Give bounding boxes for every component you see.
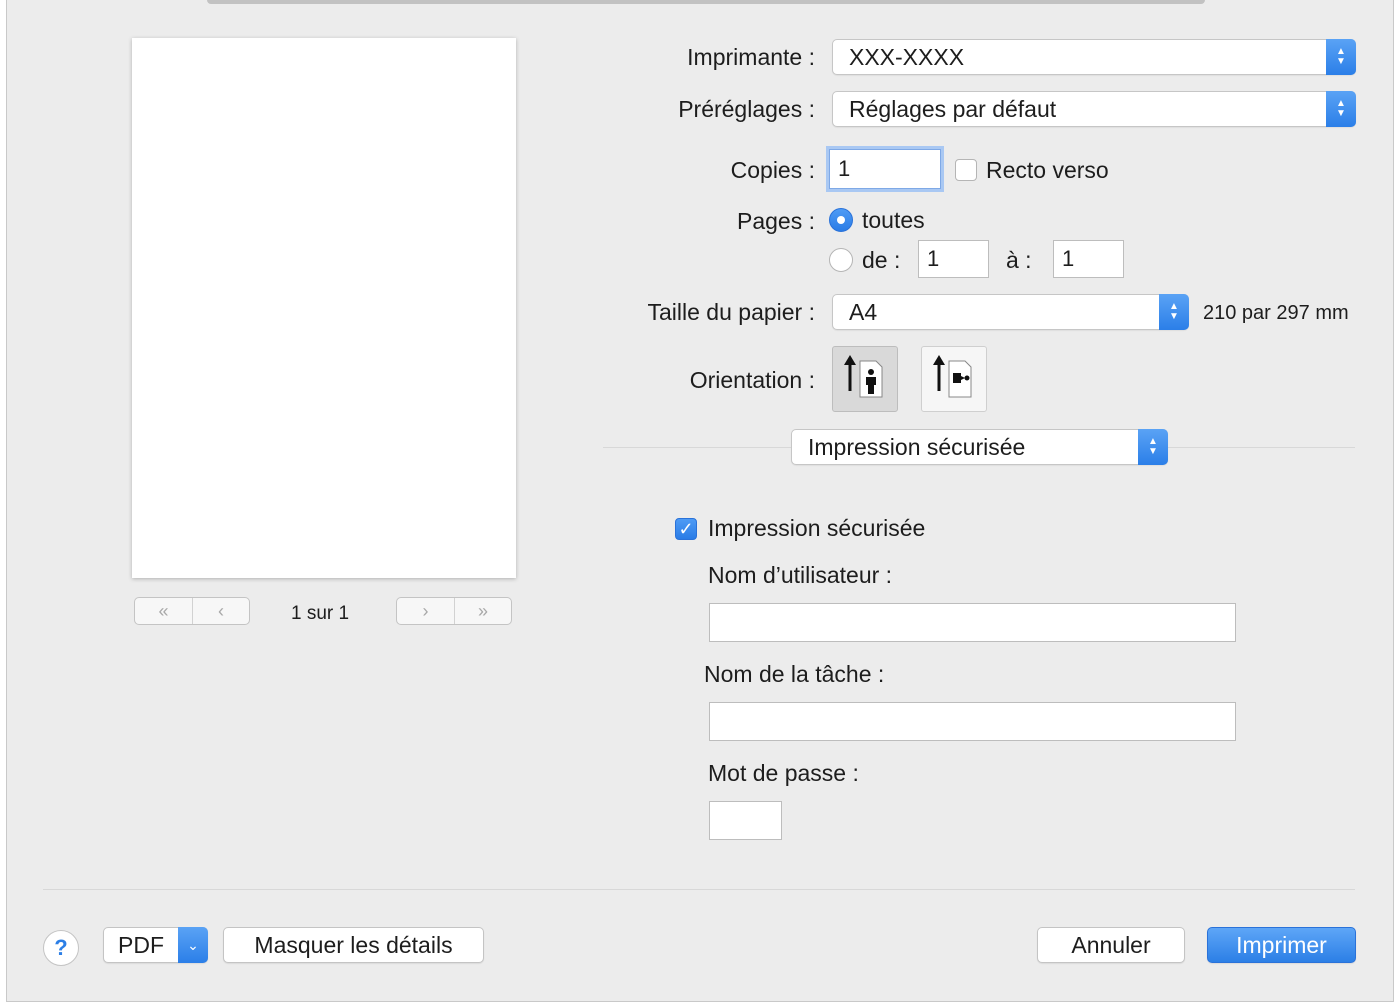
paper-size-value: A4 xyxy=(849,299,878,325)
page-counter: 1 sur 1 xyxy=(291,603,350,624)
dialog-sheet-edge xyxy=(207,0,1205,4)
printer-label: Imprimante : xyxy=(687,44,815,70)
pages-from-input[interactable] xyxy=(918,240,989,278)
updown-arrow-icon: ▲ ▼ xyxy=(1159,294,1189,330)
pages-range-label: de : xyxy=(862,247,901,273)
footer-divider xyxy=(43,889,1355,890)
orientation-label: Orientation : xyxy=(689,367,815,393)
updown-arrow-icon: ▲ ▼ xyxy=(1326,91,1356,127)
preview-nav-back: « ‹ xyxy=(134,597,250,625)
secure-print-checkbox[interactable]: ✓ xyxy=(675,518,697,540)
password-label: Mot de passe : xyxy=(708,760,859,786)
page-preview xyxy=(132,38,516,578)
jobname-input[interactable] xyxy=(709,702,1236,741)
password-input[interactable] xyxy=(709,801,782,840)
paper-dimensions: 210 par 297 mm xyxy=(1203,302,1349,324)
first-page-icon[interactable]: « xyxy=(135,598,192,624)
help-button[interactable]: ? xyxy=(43,930,79,966)
duplex-label: Recto verso xyxy=(986,157,1109,183)
pages-label: Pages : xyxy=(737,208,815,234)
duplex-checkbox[interactable] xyxy=(955,159,977,181)
pages-all-radio[interactable] xyxy=(829,208,853,232)
previous-page-icon[interactable]: ‹ xyxy=(192,598,249,624)
paper-size-label: Taille du papier : xyxy=(647,299,816,325)
presets-value: Réglages par défaut xyxy=(849,96,1057,122)
last-page-icon[interactable]: » xyxy=(454,598,511,624)
username-label: Nom d’utilisateur : xyxy=(708,562,893,588)
print-dialog: « ‹ 1 sur 1 › » Imprimante : XXX-XXXX ▲ ▼… xyxy=(6,0,1394,1002)
secure-print-label: Impression sécurisée xyxy=(708,515,926,541)
landscape-icon xyxy=(933,355,972,398)
paper-size-select[interactable]: A4 ▲ ▼ xyxy=(832,294,1189,330)
updown-arrow-icon: ▲ ▼ xyxy=(1138,429,1168,465)
cancel-button[interactable]: Annuler xyxy=(1037,927,1185,963)
username-input[interactable] xyxy=(709,603,1236,642)
preview-nav-forward: › » xyxy=(396,597,512,625)
orientation-portrait-button[interactable] xyxy=(832,346,898,412)
next-page-icon[interactable]: › xyxy=(397,598,454,624)
presets-label: Préréglages : xyxy=(678,96,815,122)
pages-to-input[interactable] xyxy=(1053,240,1124,278)
section-select[interactable]: Impression sécurisée ▲ ▼ xyxy=(791,429,1168,465)
hide-details-button[interactable]: Masquer les détails xyxy=(223,927,484,963)
orientation-landscape-button[interactable] xyxy=(921,346,987,412)
chevron-down-icon: ⌄ xyxy=(178,927,208,963)
pages-range-radio[interactable] xyxy=(829,248,853,272)
copies-label: Copies : xyxy=(730,157,815,183)
section-value: Impression sécurisée xyxy=(808,434,1026,460)
help-icon: ? xyxy=(54,935,68,960)
print-button[interactable]: Imprimer xyxy=(1207,927,1356,963)
updown-arrow-icon: ▲ ▼ xyxy=(1326,39,1356,75)
pdf-menu-button[interactable]: PDF ⌄ xyxy=(103,927,208,963)
copies-input[interactable] xyxy=(829,149,941,189)
printer-select[interactable]: XXX-XXXX ▲ ▼ xyxy=(832,39,1356,75)
portrait-icon xyxy=(844,355,883,398)
pdf-label: PDF xyxy=(118,931,164,958)
checkmark-icon: ✓ xyxy=(678,519,694,539)
pages-to-label: à : xyxy=(1006,247,1032,273)
pages-all-label: toutes xyxy=(862,207,925,233)
presets-select[interactable]: Réglages par défaut ▲ ▼ xyxy=(832,91,1356,127)
printer-value: XXX-XXXX xyxy=(849,44,965,70)
jobname-label: Nom de la tâche : xyxy=(704,661,885,687)
